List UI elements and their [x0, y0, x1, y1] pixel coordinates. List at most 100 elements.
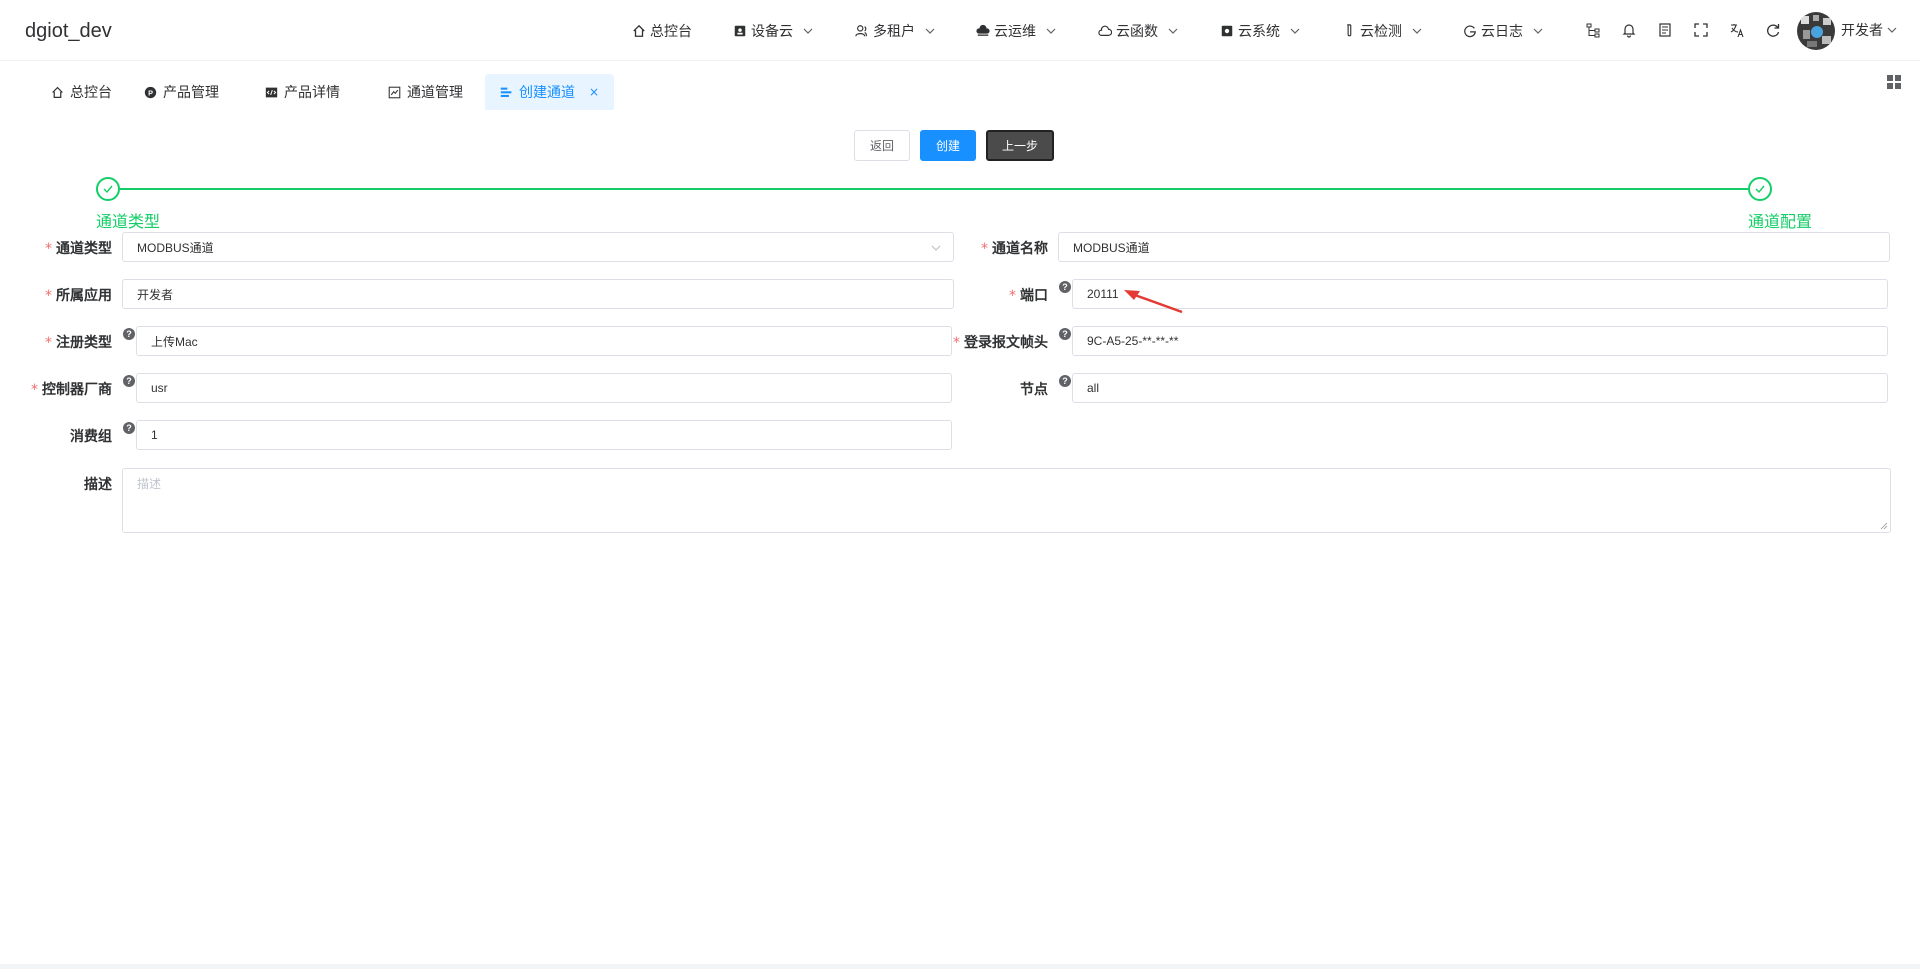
product-icon: P: [144, 86, 157, 98]
tab-label: 通道管理: [407, 85, 463, 101]
nav-cloud-function[interactable]: 云函数: [1098, 20, 1178, 42]
brand-title: dgiot_dev: [25, 20, 112, 42]
check-icon: [1755, 185, 1765, 194]
port-label: * 端口: [1009, 288, 1048, 304]
chart-icon: [388, 86, 401, 98]
device-icon: [734, 25, 746, 37]
chevron-down-icon: [1887, 27, 1897, 33]
svg-text:P: P: [148, 88, 153, 97]
help-icon[interactable]: ?: [1059, 375, 1071, 387]
users-icon: [855, 25, 867, 37]
nav-label: 云检测: [1360, 24, 1402, 40]
register-type-label: * 注册类型: [45, 335, 112, 351]
description-placeholder: 描述: [137, 477, 162, 491]
consumer-group-input[interactable]: 1: [136, 420, 952, 450]
step-2-label: 通道配置: [1748, 212, 1813, 231]
help-icon[interactable]: ?: [1059, 281, 1071, 293]
tree-icon[interactable]: [1585, 22, 1601, 38]
home-icon: [633, 24, 645, 37]
code-icon: [265, 87, 278, 97]
previous-step-button[interactable]: 上一步: [986, 130, 1054, 161]
step-1-indicator: [96, 177, 120, 201]
nav-label: 云日志: [1481, 24, 1523, 40]
tab-product-management[interactable]: P 产品管理: [144, 74, 219, 110]
tab-create-channel[interactable]: 创建通道 ×: [485, 74, 615, 110]
consumer-group-label: 消费组: [70, 429, 112, 445]
close-icon[interactable]: ×: [589, 85, 599, 99]
vendor-input[interactable]: usr: [136, 373, 952, 403]
log-icon: [1464, 25, 1476, 38]
tab-product-detail[interactable]: 产品详情: [265, 74, 340, 110]
help-icon[interactable]: ?: [123, 328, 135, 340]
vendor-label: * 控制器厂商: [31, 382, 112, 398]
nav-cloud-log[interactable]: 云日志: [1463, 20, 1543, 42]
top-header: dgiot_dev 总控台 设备云 多租户 云运维 云函数 云系统 云检测 云日…: [0, 0, 1920, 61]
system-icon: [1221, 25, 1233, 37]
nav-cloud-system[interactable]: 云系统: [1220, 20, 1300, 42]
tab-label: 产品详情: [284, 85, 340, 101]
translate-icon[interactable]: [1729, 22, 1745, 38]
avatar-image-icon: [1797, 12, 1835, 50]
bottom-bar: [0, 964, 1920, 969]
steps-progress-line: [118, 188, 1748, 190]
step-2-indicator: [1748, 177, 1772, 201]
nav-cloud-test[interactable]: 云检测: [1342, 20, 1422, 42]
nav-label: 总控台: [650, 24, 692, 40]
nav-label: 多租户: [873, 24, 915, 40]
description-label: 描述: [84, 477, 112, 493]
help-icon[interactable]: ?: [123, 422, 135, 434]
tab-label: 总控台: [70, 85, 112, 101]
chevron-down-icon: [931, 245, 941, 251]
tab-label: 产品管理: [163, 85, 219, 101]
avatar[interactable]: [1797, 12, 1835, 50]
login-header-input[interactable]: 9C-A5-25-**-**-**: [1072, 326, 1888, 356]
port-input[interactable]: 20111: [1072, 279, 1888, 309]
back-button[interactable]: 返回: [854, 130, 910, 161]
check-icon: [103, 185, 113, 194]
nav-cloud-ops[interactable]: 云运维: [976, 20, 1056, 42]
tab-label: 创建通道: [519, 85, 575, 101]
chevron-down-icon: [925, 28, 935, 34]
grid-menu-icon[interactable]: [1886, 74, 1902, 90]
help-icon[interactable]: ?: [123, 375, 135, 387]
channel-type-select[interactable]: MODBUS通道: [122, 232, 954, 262]
description-textarea[interactable]: 描述: [122, 468, 1891, 533]
refresh-icon[interactable]: [1765, 22, 1781, 38]
nav-dashboard[interactable]: 总控台: [632, 20, 692, 42]
user-menu[interactable]: 开发者: [1841, 20, 1897, 40]
bell-icon[interactable]: [1621, 22, 1637, 38]
cloud-ops-icon: [976, 24, 990, 36]
resize-handle-icon[interactable]: [1880, 522, 1888, 530]
home-icon: [52, 86, 63, 98]
channel-name-input[interactable]: MODBUS通道: [1058, 232, 1890, 262]
fullscreen-icon[interactable]: [1693, 22, 1709, 38]
chevron-down-icon: [1290, 28, 1300, 34]
node-label: 节点: [1020, 382, 1048, 398]
login-header-label: * 登录报文帧头: [953, 335, 1048, 351]
book-icon[interactable]: [1657, 22, 1673, 38]
test-tube-icon: [1347, 24, 1352, 37]
nav-device-cloud[interactable]: 设备云: [733, 20, 813, 42]
app-input[interactable]: 开发者: [122, 279, 954, 309]
nav-multi-tenant[interactable]: 多租户: [855, 20, 935, 42]
tab-bar: 总控台 P 产品管理 产品详情 通道管理 创建通道 ×: [0, 62, 1920, 110]
node-input[interactable]: all: [1072, 373, 1888, 403]
chevron-down-icon: [1046, 28, 1056, 34]
register-type-input[interactable]: 上传Mac: [136, 326, 952, 356]
step-1-label: 通道类型: [96, 212, 161, 231]
chevron-down-icon: [1533, 28, 1543, 34]
app-label: * 所属应用: [45, 288, 112, 304]
cloud-icon: [1098, 25, 1112, 36]
annotation-arrow-icon: [1124, 290, 1183, 314]
create-button[interactable]: 创建: [920, 130, 976, 161]
chevron-down-icon: [1412, 28, 1422, 34]
tab-dashboard[interactable]: 总控台: [51, 74, 112, 110]
nav-label: 云系统: [1238, 24, 1280, 40]
chevron-down-icon: [803, 28, 813, 34]
channel-type-label: * 通道类型: [45, 241, 112, 257]
help-icon[interactable]: ?: [1059, 328, 1071, 340]
align-icon: [500, 87, 512, 97]
nav-label: 云运维: [994, 24, 1036, 40]
tab-channel-management[interactable]: 通道管理: [388, 74, 463, 110]
channel-name-label: * 通道名称: [981, 241, 1048, 257]
